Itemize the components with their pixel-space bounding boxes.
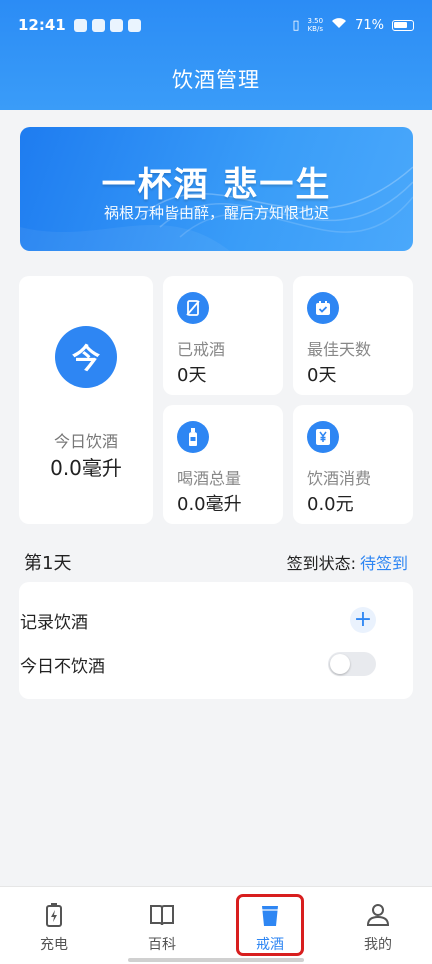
battery-percent: 71% bbox=[355, 17, 384, 33]
no-drink-toggle[interactable] bbox=[328, 652, 376, 676]
stat-card-spending[interactable]: 饮酒消费 0.0元 bbox=[293, 405, 413, 524]
record-drinking-label: 记录饮酒 bbox=[20, 612, 88, 633]
stat-card-quit-days[interactable]: 已戒酒 0天 bbox=[163, 276, 283, 395]
day-status-row: 第1天 签到状态: 待签到 bbox=[24, 550, 408, 574]
tab-profile[interactable]: 我的 bbox=[324, 887, 432, 964]
app-notification-icon bbox=[109, 18, 123, 32]
status-bar: 12:41 ▯ 3.50 KB/s 71% bbox=[0, 0, 432, 50]
vibrate-icon: ▯ bbox=[292, 17, 300, 33]
yen-icon bbox=[307, 421, 339, 453]
main-content: 一杯酒 悲一生 祸根万种皆由醉，醒后方知恨也迟 今 今日饮酒 0.0毫升 已戒酒… bbox=[0, 110, 432, 886]
battery-icon bbox=[392, 19, 414, 31]
toggle-knob bbox=[330, 654, 350, 674]
stat-label: 已戒酒 bbox=[177, 340, 226, 359]
bottom-tab-bar: 充电 百科 戒酒 我的 bbox=[0, 886, 432, 964]
today-drinking-card[interactable]: 今 今日饮酒 0.0毫升 bbox=[19, 276, 153, 524]
today-label: 今日饮酒 bbox=[53, 432, 118, 451]
stat-card-total-amount[interactable]: 喝酒总量 0.0毫升 bbox=[163, 405, 283, 524]
stat-value: 0.0毫升 bbox=[177, 494, 242, 515]
tab-charge[interactable]: 充电 bbox=[0, 887, 108, 964]
profile-icon bbox=[366, 904, 390, 926]
home-indicator[interactable] bbox=[128, 958, 304, 962]
page-title: 饮酒管理 bbox=[172, 68, 260, 92]
banner-subtitle: 祸根万种皆由醉，醒后方知恨也迟 bbox=[103, 204, 329, 222]
stat-label: 最佳天数 bbox=[307, 340, 372, 359]
battery-charge-icon bbox=[46, 903, 62, 927]
no-drink-today-label: 今日不饮酒 bbox=[20, 656, 105, 677]
notification-icons bbox=[73, 18, 141, 32]
app-notification-icon bbox=[127, 18, 141, 32]
banner-title: 一杯酒 悲一生 bbox=[101, 165, 332, 205]
today-value: 0.0毫升 bbox=[50, 456, 122, 480]
today-icon: 今 bbox=[55, 326, 117, 388]
checkin-status: 签到状态: 待签到 bbox=[287, 550, 408, 574]
tab-label: 我的 bbox=[364, 937, 392, 953]
stat-label: 饮酒消费 bbox=[307, 469, 372, 488]
tab-label: 百科 bbox=[148, 937, 176, 953]
no-drink-icon bbox=[177, 292, 209, 324]
selection-highlight-box bbox=[236, 894, 304, 956]
no-drink-today-row: 今日不饮酒 bbox=[20, 649, 376, 679]
actions-card bbox=[19, 582, 413, 699]
status-time: 12:41 bbox=[18, 16, 66, 34]
bottle-icon bbox=[177, 421, 209, 453]
slogan-banner: 一杯酒 悲一生 祸根万种皆由醉，醒后方知恨也迟 bbox=[20, 127, 413, 251]
wifi-icon bbox=[331, 17, 347, 33]
app-notification-icon bbox=[91, 18, 105, 32]
calendar-check-icon bbox=[307, 292, 339, 324]
stat-value: 0.0元 bbox=[307, 494, 354, 515]
stat-label: 喝酒总量 bbox=[177, 469, 242, 488]
checkin-label: 签到状态: bbox=[286, 554, 356, 573]
status-right: ▯ 3.50 KB/s 71% bbox=[292, 17, 414, 33]
net-speed: 3.50 KB/s bbox=[307, 17, 324, 33]
stat-value: 0天 bbox=[307, 365, 337, 386]
app-header: 12:41 ▯ 3.50 KB/s 71% 饮酒管理 bbox=[0, 0, 432, 110]
app-notification-icon bbox=[73, 18, 87, 32]
stat-value: 0天 bbox=[177, 365, 207, 386]
book-icon bbox=[150, 905, 174, 926]
day-counter: 第1天 bbox=[24, 553, 72, 574]
stat-card-best-days[interactable]: 最佳天数 0天 bbox=[293, 276, 413, 395]
checkin-state[interactable]: 待签到 bbox=[360, 554, 408, 573]
tab-encyclopedia[interactable]: 百科 bbox=[108, 887, 216, 964]
add-record-button[interactable]: + bbox=[350, 607, 376, 633]
tab-label: 充电 bbox=[40, 937, 68, 953]
record-drinking-row[interactable]: 记录饮酒 + bbox=[20, 605, 376, 635]
